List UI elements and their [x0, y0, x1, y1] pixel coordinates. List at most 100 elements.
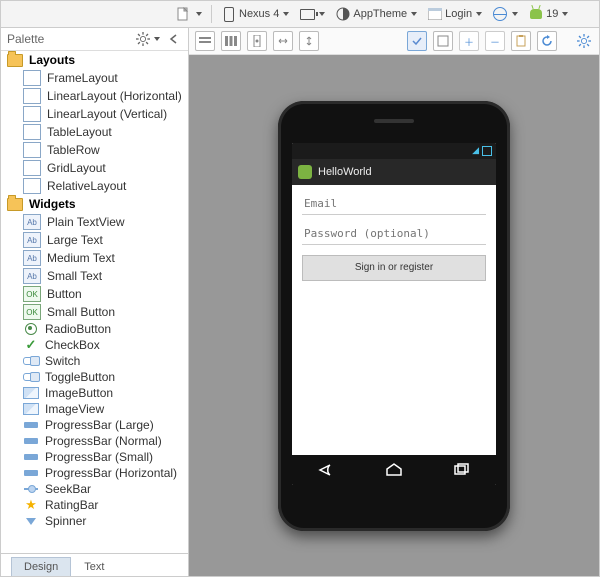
show-constraints-icon[interactable] — [195, 31, 215, 51]
palette-item[interactable]: ★RatingBar — [1, 497, 188, 513]
progress-icon — [23, 466, 39, 480]
recents-icon[interactable] — [452, 463, 472, 477]
folder-icon — [7, 198, 23, 211]
palette-item[interactable]: Ab Small Text — [1, 267, 188, 285]
locale-selector[interactable] — [488, 3, 522, 25]
chevron-down-icon — [562, 12, 568, 16]
zoom-in-icon[interactable]: ＋ — [459, 31, 479, 51]
app-title: HelloWorld — [318, 166, 372, 178]
home-icon[interactable] — [384, 463, 404, 477]
palette-item[interactable]: ToggleButton — [1, 369, 188, 385]
section-label: Widgets — [29, 197, 76, 211]
palette-item[interactable]: GridLayout — [1, 159, 188, 177]
palette-section-widgets[interactable]: Widgets — [1, 195, 188, 213]
palette-item[interactable]: FrameLayout — [1, 69, 188, 87]
palette-item[interactable]: TableLayout — [1, 123, 188, 141]
refresh-icon[interactable] — [537, 31, 557, 51]
text-icon: Ab — [23, 268, 41, 284]
button-icon: OK — [23, 304, 41, 320]
palette-item[interactable]: Ab Medium Text — [1, 249, 188, 267]
app-bar: HelloWorld — [292, 159, 496, 185]
layout-icon — [23, 124, 41, 140]
gear-icon — [136, 32, 150, 46]
palette-item[interactable]: AbLarge Text — [1, 231, 188, 249]
phone-icon — [224, 7, 234, 22]
switch-icon — [23, 370, 39, 384]
app-icon — [298, 165, 312, 179]
signin-button[interactable]: Sign in or register — [302, 255, 486, 281]
palette-list: Layouts FrameLayout LinearLayout (Horizont… — [1, 51, 188, 553]
palette-item[interactable]: TableRow — [1, 141, 188, 159]
text-icon: Ab — [23, 214, 41, 230]
palette-item[interactable]: AbPlain TextView — [1, 213, 188, 231]
clipboard-icon[interactable] — [511, 31, 531, 51]
palette-item[interactable]: OKSmall Button — [1, 303, 188, 321]
tab-design[interactable]: Design — [11, 557, 71, 576]
theme-selector[interactable]: AppTheme — [331, 3, 421, 25]
expand-v-icon[interactable] — [299, 31, 319, 51]
password-field[interactable] — [302, 223, 486, 245]
expand-h-icon[interactable] — [273, 31, 293, 51]
email-field[interactable] — [302, 193, 486, 215]
canvas-settings[interactable] — [575, 30, 593, 52]
palette-item[interactable]: Switch — [1, 353, 188, 369]
palette-item[interactable]: ProgressBar (Horizontal) — [1, 465, 188, 481]
canvas-area[interactable]: ◢ HelloWorld Sign in or register — [189, 55, 599, 576]
zoom-out-icon[interactable]: － — [485, 31, 505, 51]
palette-section-layouts[interactable]: Layouts — [1, 51, 188, 69]
palette-item-label: Small Text — [47, 269, 102, 283]
align-center-icon[interactable] — [247, 31, 267, 51]
palette-item-label: TableRow — [47, 143, 100, 157]
theme-icon — [335, 6, 351, 22]
arrow-left-icon — [168, 33, 180, 45]
palette-item-label: ImageView — [45, 402, 104, 416]
palette-item-label: RelativeLayout — [47, 179, 126, 193]
layout-icon — [23, 160, 41, 176]
chevron-down-icon — [411, 12, 417, 16]
orientation-selector[interactable] — [295, 3, 329, 25]
palette-item[interactable]: Spinner — [1, 513, 188, 529]
activity-label: Login — [445, 8, 472, 20]
palette-item[interactable]: ImageButton — [1, 385, 188, 401]
button-icon: OK — [23, 286, 41, 302]
activity-selector[interactable]: Login — [423, 3, 486, 25]
globe-icon — [493, 7, 507, 21]
palette-item-label: Medium Text — [47, 251, 115, 265]
progress-icon — [23, 434, 39, 448]
battery-icon — [482, 146, 492, 156]
wifi-icon: ◢ — [472, 145, 479, 156]
palette-item-label: Button — [47, 287, 82, 301]
back-icon[interactable] — [316, 463, 336, 477]
palette-item-label: ProgressBar (Large) — [45, 418, 154, 432]
palette-item[interactable]: LinearLayout (Horizontal) — [1, 87, 188, 105]
columns-icon[interactable] — [221, 31, 241, 51]
palette-item[interactable]: RadioButton — [1, 321, 188, 337]
palette-item[interactable]: ProgressBar (Large) — [1, 417, 188, 433]
android-navbar — [292, 455, 496, 485]
palette-item-label: FrameLayout — [47, 71, 118, 85]
palette-panel: Palette LayoutsFrameLayoutLinearLayout (… — [1, 28, 189, 576]
palette-item[interactable]: RelativeLayout — [1, 177, 188, 195]
palette-item[interactable]: ProgressBar (Normal) — [1, 433, 188, 449]
palette-item[interactable]: LinearLayout (Vertical) — [1, 105, 188, 123]
palette-item[interactable]: SeekBar — [1, 481, 188, 497]
gear-icon — [577, 34, 591, 48]
palette-item[interactable]: ✓CheckBox — [1, 337, 188, 353]
text-icon: Ab — [23, 250, 41, 266]
tab-text[interactable]: Text — [71, 557, 117, 576]
palette-item[interactable]: ProgressBar (Small) — [1, 449, 188, 465]
editor-tabs: Design Text — [1, 553, 188, 576]
new-dropdown[interactable] — [172, 3, 206, 25]
palette-item-label: ProgressBar (Normal) — [45, 434, 162, 448]
palette-settings[interactable] — [134, 28, 162, 50]
device-selector[interactable]: Nexus 4 — [217, 3, 293, 25]
folder-icon — [7, 54, 23, 67]
palette-item[interactable]: ImageView — [1, 401, 188, 417]
palette-collapse[interactable] — [166, 28, 182, 50]
render-mode-icon[interactable] — [407, 31, 427, 51]
palette-item[interactable]: OK Button — [1, 285, 188, 303]
api-selector[interactable]: 19 — [524, 3, 572, 25]
earpiece — [374, 119, 414, 123]
zoom-fit-icon[interactable] — [433, 31, 453, 51]
status-bar: ◢ — [292, 143, 496, 159]
